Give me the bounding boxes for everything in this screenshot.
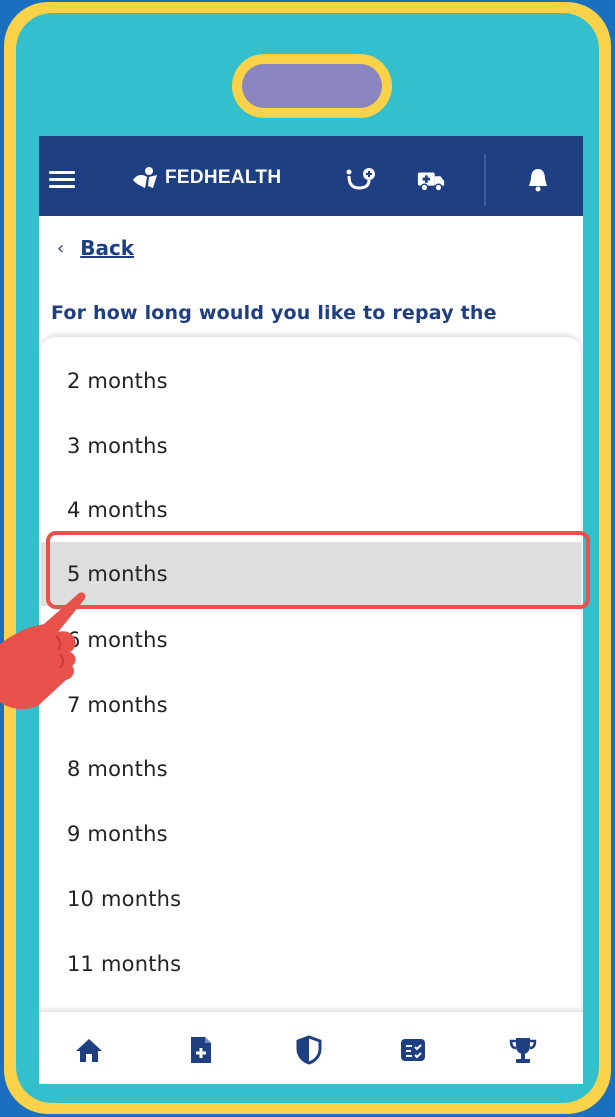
- shield-icon[interactable]: [293, 1034, 325, 1066]
- ambulance-icon[interactable]: [416, 166, 446, 194]
- option-6-months[interactable]: 6 months: [41, 610, 581, 670]
- phone-speaker: [232, 54, 392, 118]
- logo-icon: [133, 167, 157, 188]
- claims-card-icon[interactable]: [397, 1034, 429, 1066]
- app-screen: FEDHEALTH ‹ Back For how long would you …: [39, 136, 583, 1084]
- back-navigation[interactable]: ‹ Back: [57, 236, 134, 260]
- home-icon[interactable]: [73, 1034, 105, 1066]
- pointing-hand-icon: [0, 592, 86, 710]
- header-divider: [484, 154, 486, 206]
- app-header: FEDHEALTH: [39, 136, 583, 216]
- selection-highlight: [46, 531, 590, 609]
- option-7-months[interactable]: 7 months: [41, 675, 581, 735]
- duration-picker-sheet: 2 months 3 months 4 months 5 months 6 mo…: [41, 337, 581, 1017]
- trophy-icon[interactable]: [507, 1034, 539, 1066]
- notification-bell-icon[interactable]: [523, 166, 553, 194]
- option-11-months[interactable]: 11 months: [41, 934, 581, 994]
- option-3-months[interactable]: 3 months: [41, 416, 581, 476]
- option-8-months[interactable]: 8 months: [41, 739, 581, 799]
- brand-logo: FEDHEALTH: [131, 166, 281, 190]
- option-2-months[interactable]: 2 months: [41, 351, 581, 411]
- back-link[interactable]: Back: [80, 236, 134, 260]
- repayment-question: For how long would you like to repay the: [51, 302, 497, 324]
- menu-icon[interactable]: [49, 171, 75, 189]
- bottom-navigation: [39, 1012, 583, 1084]
- option-9-months[interactable]: 9 months: [41, 804, 581, 864]
- add-document-icon[interactable]: [185, 1034, 217, 1066]
- chevron-left-icon: ‹: [57, 237, 65, 259]
- brand-name: FEDHEALTH: [165, 167, 282, 188]
- doctor-consult-icon[interactable]: [345, 166, 375, 194]
- option-10-months[interactable]: 10 months: [41, 869, 581, 929]
